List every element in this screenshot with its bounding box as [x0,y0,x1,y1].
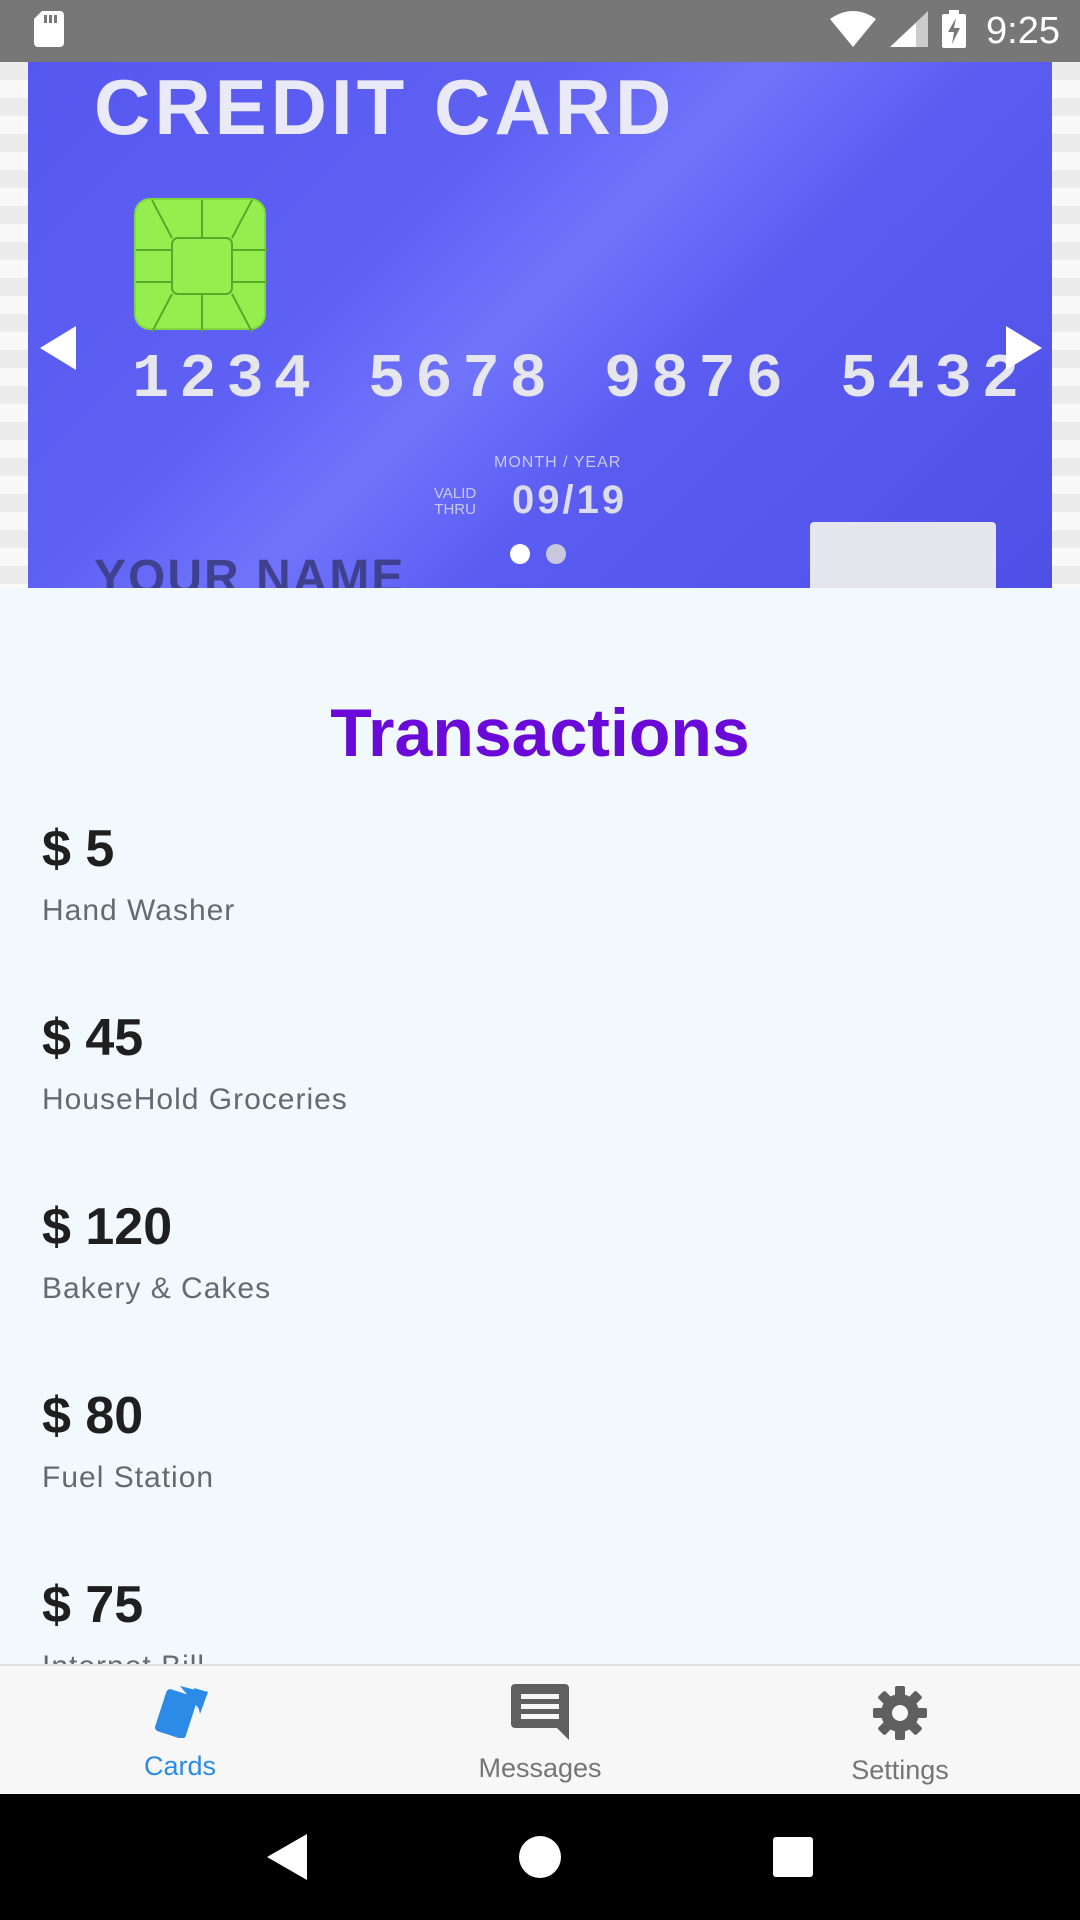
recents-button[interactable] [758,1822,828,1892]
arrow-left-icon [40,326,76,370]
transaction-amount: $ 45 [42,1009,144,1067]
credit-card-image: CREDIT CARD 1234 5678 9876 5432 MONTH / … [28,62,1052,588]
list-item[interactable]: $ 45 HouseHold Groceries [0,1007,1080,1196]
transaction-amount: $ 120 [42,1198,173,1256]
gear-icon [871,1684,929,1747]
nav-item-cards[interactable]: Cards [0,1666,360,1794]
bottom-navigation: Cards Messages Settings [0,1664,1080,1794]
thru-label: THRU [434,501,476,518]
transaction-label: Bakery & Cakes [42,1272,272,1305]
page-dot-2[interactable] [546,544,566,564]
sd-card-icon [34,10,64,52]
valid-thru-label: VALID THRU [434,486,476,518]
chip-icon [134,198,268,333]
card-carousel[interactable]: CREDIT CARD 1234 5678 9876 5432 MONTH / … [0,62,1080,588]
nav-label-messages: Messages [478,1753,602,1783]
nav-item-messages[interactable]: Messages [360,1666,720,1794]
card-signature-panel [810,522,996,588]
list-item[interactable]: $ 80 Fuel Station [0,1385,1080,1574]
card-number: 1234 5678 9876 5432 [132,344,1029,415]
message-icon [511,1684,569,1745]
transaction-amount: $ 5 [42,820,115,878]
nav-label-cards: Cards [143,1751,217,1781]
status-time: 9:25 [986,9,1060,52]
back-button[interactable] [252,1822,322,1892]
valid-label: VALID [434,485,477,502]
transactions-list[interactable]: $ 5 Hand Washer $ 45 HouseHold Groceries… [0,818,1080,1664]
home-button[interactable] [505,1822,575,1892]
list-item[interactable]: $ 75 Internet Bill [0,1574,1080,1664]
nav-label-settings: Settings [851,1755,949,1785]
status-right: 9:25 [830,9,1060,53]
card-expiry: 09/19 [512,478,628,522]
arrow-right-icon [1006,326,1042,370]
transaction-label: Internet Bill [42,1650,1080,1664]
transactions-title: Transactions [330,695,750,771]
transaction-amount: $ 80 [42,1387,144,1445]
transaction-label: Hand Washer [42,894,236,927]
nav-item-settings[interactable]: Settings [720,1666,1080,1794]
previous-card-button[interactable] [28,318,88,378]
wifi-icon [830,10,877,52]
status-left [34,10,64,52]
next-card-button[interactable] [994,318,1054,378]
card-title: CREDIT CARD [94,63,676,151]
list-item[interactable]: $ 5 Hand Washer [0,818,1080,1007]
status-bar: 9:25 [0,0,1080,62]
battery-charging-icon [942,9,967,53]
page-dot-1[interactable] [510,544,530,564]
card-holder-name: YOUR NAME [94,551,406,588]
home-icon [518,1836,561,1878]
back-icon [266,1834,307,1880]
list-item[interactable]: $ 120 Bakery & Cakes [0,1196,1080,1385]
signal-icon [890,10,929,52]
cards-icon [150,1684,210,1743]
transaction-label: Fuel Station [42,1461,215,1494]
recents-icon [773,1837,814,1877]
carousel-pagination [510,544,566,564]
transaction-amount: $ 75 [42,1576,144,1634]
month-year-label: MONTH / YEAR [494,454,622,471]
transaction-label: HouseHold Groceries [42,1083,348,1116]
system-navigation-bar [0,1794,1080,1920]
